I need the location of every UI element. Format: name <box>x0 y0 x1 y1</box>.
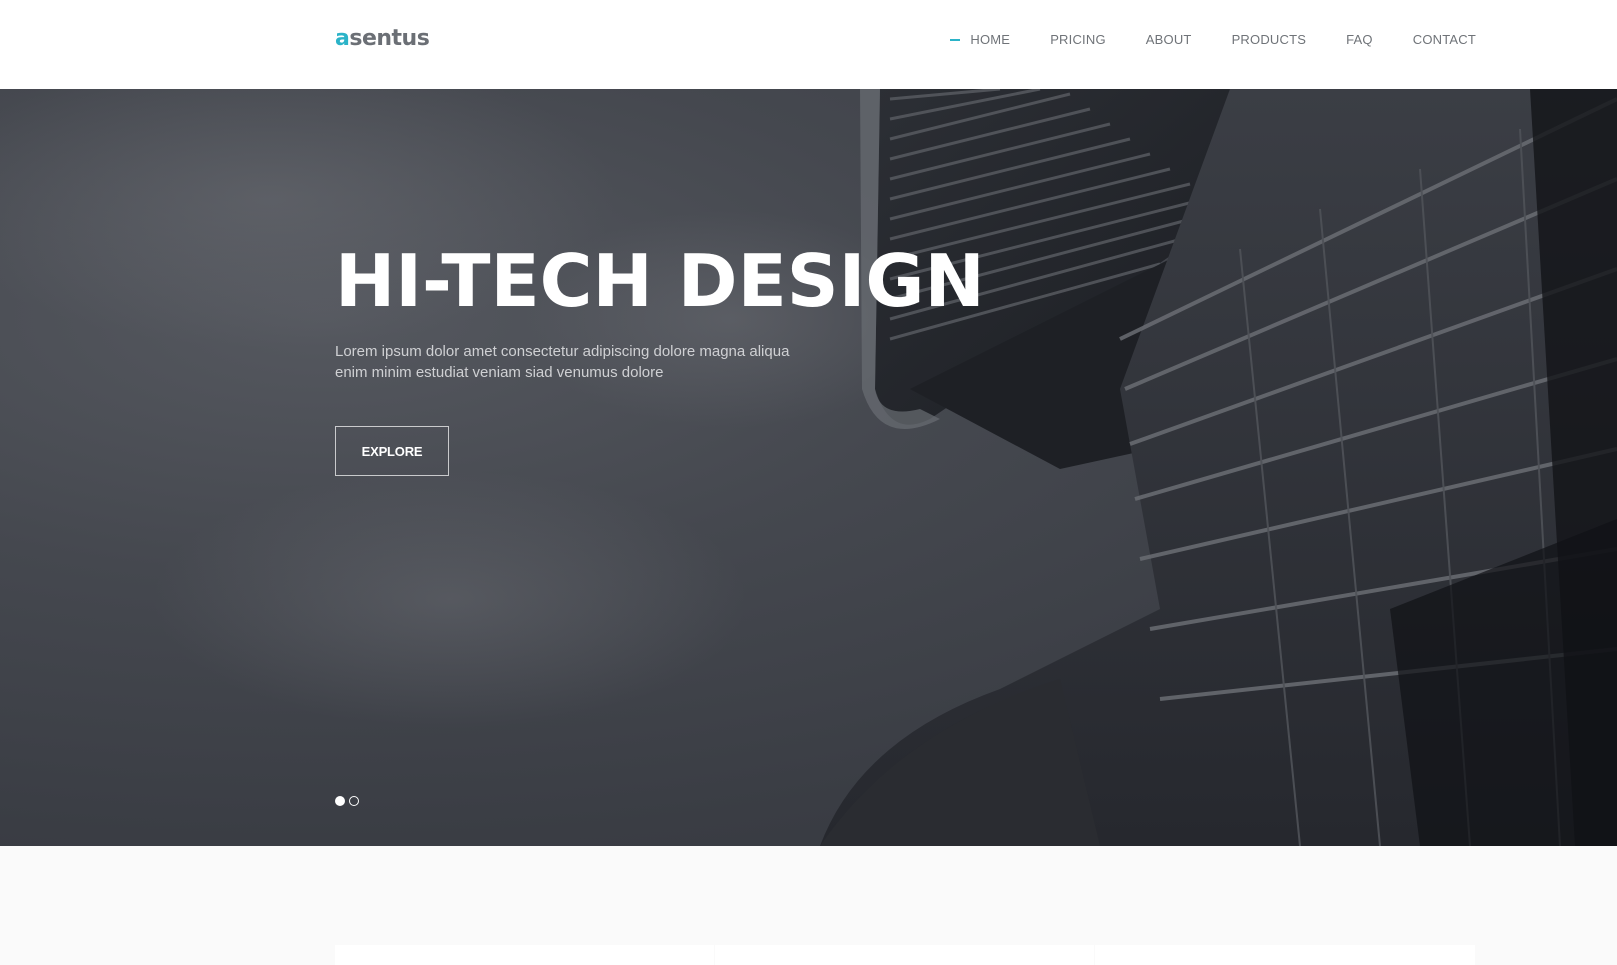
building-background-image <box>820 89 1617 846</box>
nav-item-products[interactable]: PRODUCTS <box>1232 32 1307 47</box>
nav-item-label: CONTACT <box>1412 32 1476 47</box>
logo[interactable]: asentus <box>335 26 430 51</box>
hero-description: Lorem ipsum dolor amet consectetur adipi… <box>335 341 805 383</box>
logo-text: sentus <box>349 26 430 51</box>
nav-item-about[interactable]: ABOUT <box>1146 32 1192 47</box>
slider-dot-2[interactable] <box>349 796 359 806</box>
nav-item-home[interactable]: HOME <box>950 32 1010 47</box>
slider-dot-1[interactable] <box>335 796 345 806</box>
hero-description-line: enim minim estudiat veniam siad venumus … <box>335 364 664 381</box>
nav-item-faq[interactable]: FAQ <box>1346 32 1373 47</box>
logo-accent-letter: a <box>335 26 350 51</box>
features-section <box>0 846 1617 965</box>
slider-pagination <box>335 796 363 806</box>
nav-item-contact[interactable]: CONTACT <box>1413 32 1476 47</box>
dash-marker-icon <box>950 38 961 41</box>
feature-cards <box>335 945 1475 965</box>
nav-item-label: PRODUCTS <box>1231 32 1307 47</box>
feature-card <box>335 945 714 965</box>
nav-item-label: ABOUT <box>1145 32 1192 47</box>
hero-slider: HI-TECH DESIGN Lorem ipsum dolor amet co… <box>0 89 1617 846</box>
site-header: asentus HOME PRICING ABOUT PRODUCTS FAQ … <box>0 0 1617 89</box>
nav-item-label: HOME <box>970 32 1011 47</box>
nav-item-label: PRICING <box>1050 32 1106 47</box>
hero-title: HI-TECH DESIGN <box>335 239 985 323</box>
explore-button[interactable]: EXPLORE <box>335 426 449 476</box>
main-nav: HOME PRICING ABOUT PRODUCTS FAQ CONTACT <box>950 32 1476 47</box>
feature-card <box>1095 945 1475 965</box>
nav-item-label: FAQ <box>1346 32 1373 47</box>
feature-card <box>715 945 1094 965</box>
hero-description-line: Lorem ipsum dolor amet consectetur adipi… <box>335 343 790 360</box>
nav-item-pricing[interactable]: PRICING <box>1050 32 1106 47</box>
